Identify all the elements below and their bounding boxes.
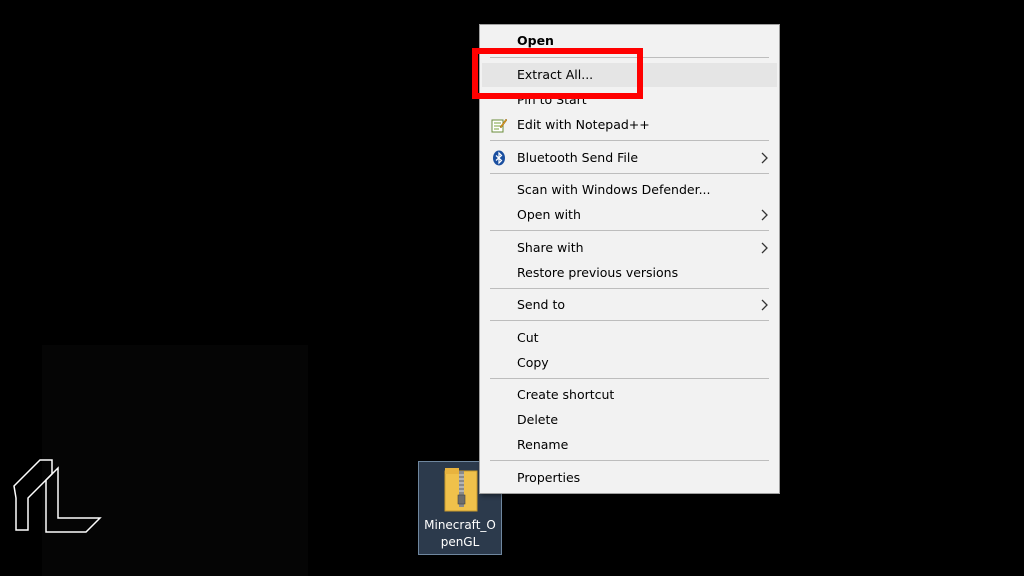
menu-separator — [490, 460, 769, 461]
menu-item-delete[interactable]: Delete — [482, 408, 777, 432]
menu-item-label: Send to — [517, 297, 566, 312]
menu-item-label: Edit with Notepad++ — [517, 117, 650, 132]
chevron-right-icon — [761, 299, 768, 311]
menu-item-send-to[interactable]: Send to — [482, 293, 777, 317]
bluetooth-icon — [493, 150, 505, 166]
notepad-plus-plus-icon — [491, 118, 507, 133]
menu-item-bluetooth-send-file[interactable]: Bluetooth Send File — [482, 146, 777, 170]
menu-item-share-with[interactable]: Share with — [482, 236, 777, 260]
menu-item-cut[interactable]: Cut — [482, 326, 777, 350]
menu-item-restore-previous-versions[interactable]: Restore previous versions — [482, 261, 777, 285]
menu-item-rename[interactable]: Rename — [482, 433, 777, 457]
chevron-right-icon — [761, 242, 768, 254]
menu-item-edit-with-notepad[interactable]: Edit with Notepad++ — [482, 113, 777, 137]
menu-item-properties[interactable]: Properties — [482, 466, 777, 490]
menu-separator — [490, 230, 769, 231]
menu-separator — [490, 140, 769, 141]
menu-item-label: Bluetooth Send File — [517, 150, 639, 165]
menu-separator — [490, 288, 769, 289]
menu-item-label: Scan with Windows Defender... — [517, 182, 711, 197]
menu-item-scan-defender[interactable]: Scan with Windows Defender... — [482, 178, 777, 202]
annotation-highlight-box — [472, 48, 643, 99]
menu-item-open-with[interactable]: Open with — [482, 203, 777, 227]
zip-folder-icon — [444, 468, 478, 512]
menu-item-create-shortcut[interactable]: Create shortcut — [482, 383, 777, 407]
menu-item-label: Restore previous versions — [517, 265, 679, 280]
menu-item-label: Rename — [517, 437, 569, 452]
file-name-label: Minecraft_OpenGL — [424, 518, 496, 549]
menu-item-copy[interactable]: Copy — [482, 351, 777, 375]
menu-separator — [490, 378, 769, 379]
menu-item-label: Properties — [517, 470, 581, 485]
menu-item-label: Share with — [517, 240, 584, 255]
chevron-right-icon — [761, 209, 768, 221]
menu-item-label: Open with — [517, 207, 581, 222]
menu-separator — [490, 320, 769, 321]
menu-item-label: Delete — [517, 412, 559, 427]
1l-logo-icon — [13, 459, 102, 533]
chevron-right-icon — [761, 152, 768, 164]
menu-item-label: Cut — [517, 330, 539, 345]
menu-item-label: Copy — [517, 355, 549, 370]
desktop: Minecraft_OpenGL Open Extract All... Pin… — [0, 0, 1024, 576]
menu-item-label: Create shortcut — [517, 387, 615, 402]
menu-separator — [490, 173, 769, 174]
